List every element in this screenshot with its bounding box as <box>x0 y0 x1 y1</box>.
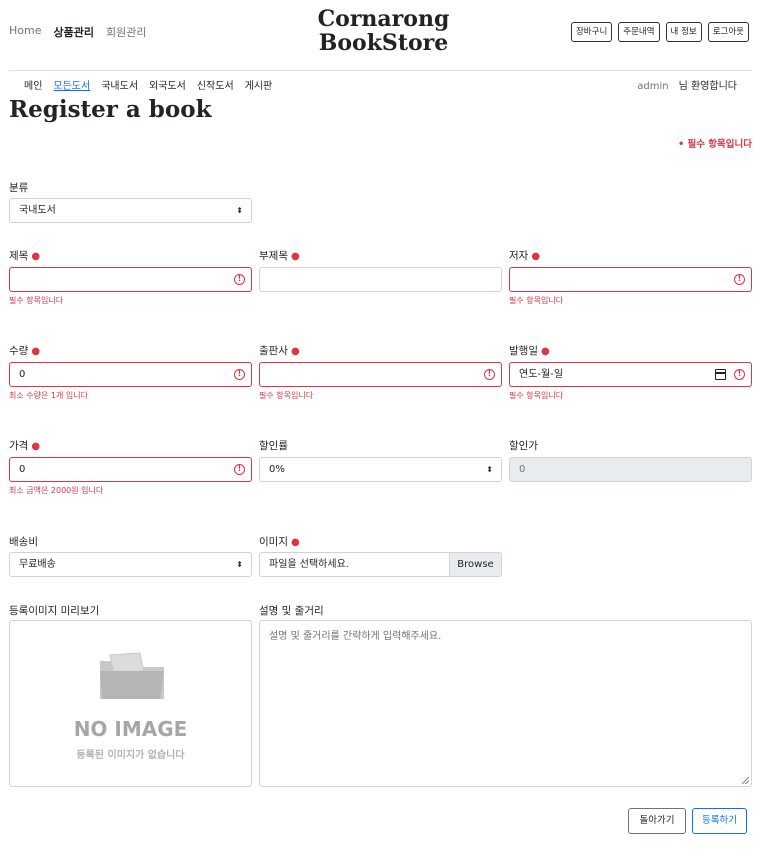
orders-button[interactable]: 주문내역 <box>618 22 660 42</box>
back-button[interactable]: 돌아가기 <box>628 808 686 834</box>
shipping-label: 배송비 <box>9 536 38 548</box>
price-error: 최소 금액은 2000원 입니다 <box>9 486 104 495</box>
my-info-button[interactable]: 내 정보 <box>665 22 702 42</box>
browse-button[interactable]: Browse <box>449 553 501 576</box>
preview-label: 등록이미지 미리보기 <box>9 605 100 617</box>
resize-handle-icon[interactable] <box>742 777 749 784</box>
no-image-subtitle: 등록된 이미지가 없습니다 <box>76 750 185 761</box>
required-note: • 필수 항목입니다 <box>678 139 752 150</box>
subnav-all-books[interactable]: 모든도서 <box>53 77 90 92</box>
subtitle-input[interactable] <box>259 267 502 292</box>
image-label: 이미지 ● <box>259 536 300 548</box>
title-label: 제목 ● <box>9 250 41 262</box>
quantity-error: 최소 수량은 1개 입니다 <box>9 391 88 400</box>
page-title: Register a book <box>9 96 212 123</box>
error-circle-icon: ! <box>734 369 745 380</box>
author-input[interactable]: ! <box>509 267 752 292</box>
image-preview: NO IMAGE 등록된 이미지가 없습니다 <box>9 620 252 787</box>
subtitle-label: 부제목 ● <box>259 250 300 262</box>
no-image-title: NO IMAGE <box>73 717 188 741</box>
description-label: 설명 및 줄거리 <box>259 605 324 617</box>
caret-updown-icon: ⬍ <box>236 206 243 215</box>
publisher-error: 필수 항목입니다 <box>259 391 314 400</box>
image-file-input[interactable]: 파일을 선택하세요. Browse <box>259 552 502 577</box>
subnav-new[interactable]: 신작도서 <box>197 77 234 92</box>
quantity-label: 수량 ● <box>9 345 41 357</box>
pubdate-error: 필수 항목입니다 <box>509 391 564 400</box>
caret-updown-icon: ⬍ <box>236 560 243 569</box>
error-circle-icon: ! <box>484 369 495 380</box>
category-nav: 메인 모든도서 국내도서 외국도서 신작도서 게시판 <box>24 77 272 92</box>
submit-button[interactable]: 등록하기 <box>692 808 747 834</box>
price-input[interactable]: 0! <box>9 457 252 482</box>
quantity-input[interactable]: 0! <box>9 362 252 387</box>
error-circle-icon: ! <box>234 369 245 380</box>
publisher-label: 출판사 ● <box>259 345 300 357</box>
logout-button[interactable]: 로그아웃 <box>707 22 749 42</box>
description-textarea[interactable]: 설명 및 줄거리를 간략하게 입력해주세요. <box>259 620 752 787</box>
subnav-board[interactable]: 게시판 <box>245 77 273 92</box>
error-circle-icon: ! <box>734 274 745 285</box>
subnav-main[interactable]: 메인 <box>24 77 42 92</box>
discount-price-label: 할인가 <box>509 440 538 452</box>
error-circle-icon: ! <box>234 274 245 285</box>
error-circle-icon: ! <box>234 464 245 475</box>
username: admin <box>637 81 669 92</box>
discount-rate-label: 할인률 <box>259 440 288 452</box>
welcome-message: admin 님 환영합니다 <box>637 77 737 92</box>
subnav-domestic[interactable]: 국내도서 <box>101 77 138 92</box>
price-label: 가격 ● <box>9 440 41 452</box>
calendar-icon[interactable] <box>715 369 726 380</box>
author-label: 저자 ● <box>509 250 541 262</box>
welcome-text: 님 환영합니다 <box>678 81 737 92</box>
shipping-select[interactable]: 무료배송 ⬍ <box>9 552 252 577</box>
category-label: 분류 <box>9 182 29 194</box>
subnav-foreign[interactable]: 외국도서 <box>149 77 186 92</box>
folder-icon <box>100 652 164 699</box>
discount-rate-select[interactable]: 0% ⬍ <box>259 457 502 482</box>
publisher-input[interactable]: ! <box>259 362 502 387</box>
title-error: 필수 항목입니다 <box>9 296 64 305</box>
pubdate-input[interactable]: 연도-월-일 ! <box>509 362 752 387</box>
author-error: 필수 항목입니다 <box>509 296 564 305</box>
header-divider <box>9 70 752 71</box>
cart-button[interactable]: 장바구니 <box>570 22 613 42</box>
title-input[interactable]: ! <box>9 267 252 292</box>
discount-price-input: 0 <box>509 457 752 482</box>
description-placeholder: 설명 및 줄거리를 간략하게 입력해주세요. <box>269 631 442 642</box>
category-select[interactable]: 국내도서 ⬍ <box>9 198 252 223</box>
util-buttons: 장바구니 주문내역 내 정보 로그아웃 <box>570 22 749 42</box>
caret-updown-icon: ⬍ <box>486 465 493 474</box>
file-placeholder: 파일을 선택하세요. <box>269 559 349 570</box>
pubdate-label: 발행일 ● <box>509 345 550 357</box>
